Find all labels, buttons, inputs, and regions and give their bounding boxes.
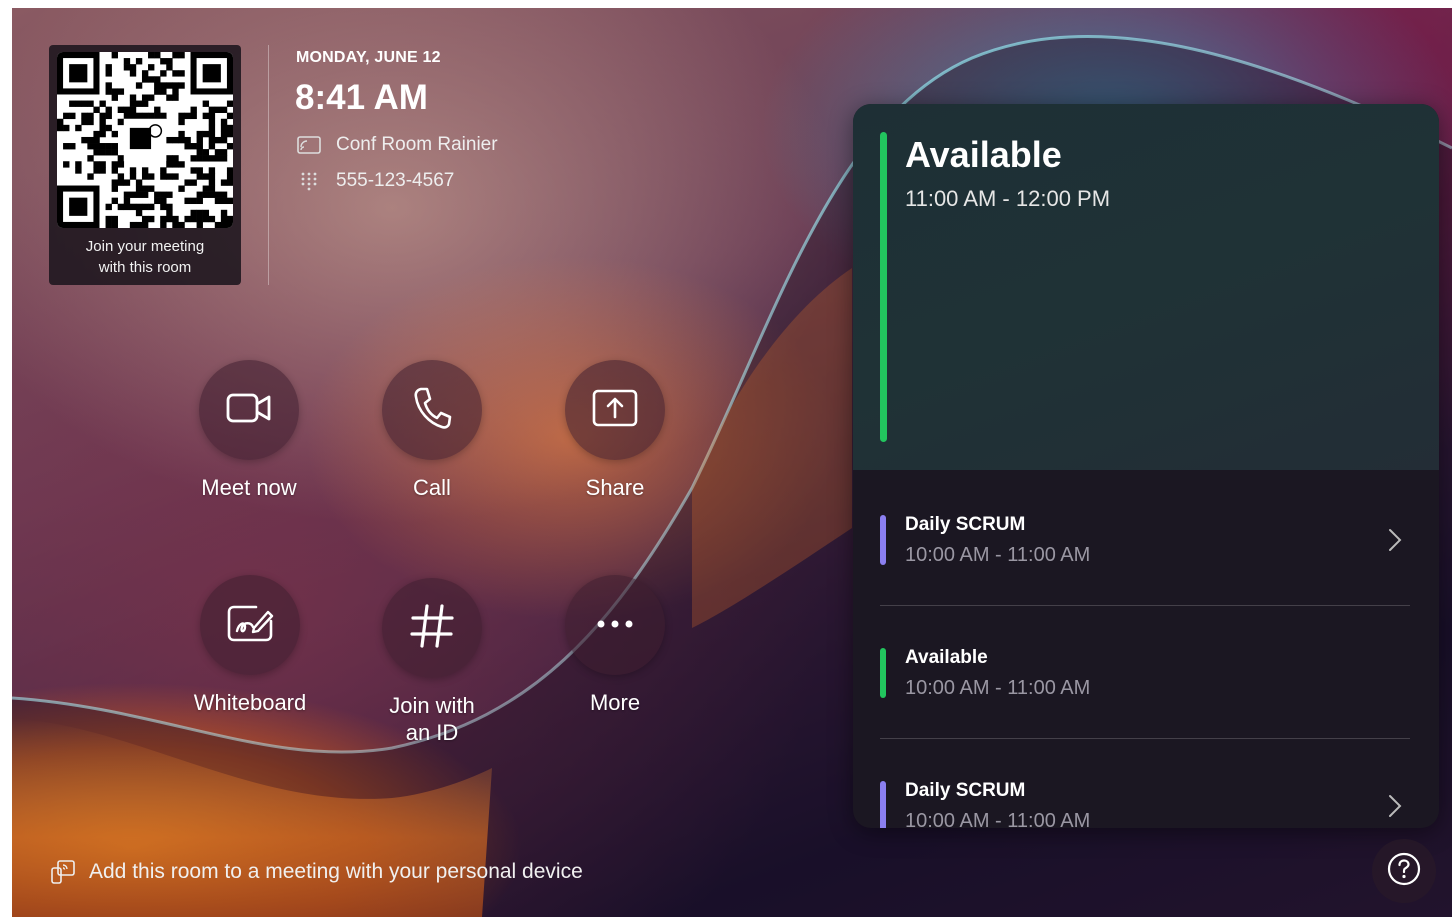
qr-code bbox=[57, 52, 233, 228]
meeting-title: Available bbox=[905, 647, 988, 668]
share-label: Share bbox=[585, 475, 645, 500]
meet-now-label: Meet now bbox=[201, 475, 297, 500]
call-label: Call bbox=[413, 475, 451, 500]
qr-caption-line1: Join your meeting bbox=[85, 238, 205, 255]
call-circle[interactable] bbox=[382, 360, 482, 460]
personal-device-hint-text: Add this room to a meeting with your per… bbox=[89, 860, 583, 883]
meeting-range: 10:00 AM - 11:00 AM bbox=[905, 677, 1091, 699]
more-dots-icon bbox=[595, 616, 635, 634]
call-button[interactable]: Call bbox=[352, 360, 512, 501]
whiteboard-label: Whiteboard bbox=[193, 690, 307, 715]
phone-icon bbox=[412, 386, 452, 435]
more-label: More bbox=[589, 690, 641, 715]
available-indicator bbox=[880, 132, 887, 442]
room-display-screen: Join your meeting with this room MONDAY,… bbox=[12, 8, 1452, 917]
share-screen-icon bbox=[591, 388, 639, 433]
help-button[interactable] bbox=[1372, 839, 1436, 903]
share-button[interactable]: Share bbox=[535, 360, 695, 501]
more-circle[interactable] bbox=[565, 575, 665, 675]
meeting-item: Available 10:00 AM - 11:00 AM bbox=[880, 607, 1410, 739]
whiteboard-icon bbox=[226, 603, 274, 648]
current-time: 8:41 AM bbox=[295, 78, 428, 117]
meeting-range: 10:00 AM - 11:00 AM bbox=[905, 544, 1091, 566]
whiteboard-button[interactable]: Whiteboard bbox=[170, 575, 330, 716]
chevron-right-icon[interactable] bbox=[1388, 794, 1402, 823]
header-divider bbox=[268, 45, 269, 285]
join-with-id-label: Join with an ID bbox=[352, 692, 512, 746]
help-icon bbox=[1387, 852, 1421, 891]
meeting-item[interactable]: Daily SCRUM 10:00 AM - 11:00 AM bbox=[880, 474, 1410, 606]
dialpad-icon bbox=[296, 171, 322, 191]
join-with-id-circle[interactable] bbox=[382, 578, 482, 678]
hash-icon bbox=[408, 602, 456, 655]
current-status-card: Available 11:00 AM - 12:00 PM bbox=[853, 104, 1439, 470]
join-with-id-button[interactable]: Join with an ID bbox=[352, 578, 512, 746]
meeting-color-bar bbox=[880, 515, 886, 565]
meeting-item[interactable]: Daily SCRUM 10:00 AM - 11:00 AM bbox=[880, 740, 1410, 828]
share-circle[interactable] bbox=[565, 360, 665, 460]
qr-caption: Join your meeting with this room bbox=[49, 236, 241, 278]
current-status: Available bbox=[905, 134, 1062, 175]
qr-caption-line2: with this room bbox=[98, 259, 192, 276]
room-name-row: Conf Room Rainier bbox=[296, 134, 498, 156]
meeting-color-bar bbox=[880, 781, 886, 828]
calendar-panel: Available 11:00 AM - 12:00 PM Daily SCRU… bbox=[853, 104, 1439, 828]
personal-device-hint[interactable]: Add this room to a meeting with your per… bbox=[50, 859, 583, 885]
room-name: Conf Room Rainier bbox=[336, 134, 498, 155]
qr-code-image bbox=[57, 52, 233, 228]
join-with-id-label-line2: an ID bbox=[405, 720, 459, 745]
cast-screen-icon bbox=[296, 135, 322, 155]
meeting-divider bbox=[880, 738, 1410, 739]
room-phone: 555-123-4567 bbox=[336, 170, 455, 191]
whiteboard-circle[interactable] bbox=[200, 575, 300, 675]
more-button[interactable]: More bbox=[535, 575, 695, 716]
qr-join-card: Join your meeting with this room bbox=[49, 45, 241, 285]
video-camera-icon bbox=[225, 390, 273, 431]
chevron-right-icon[interactable] bbox=[1388, 528, 1402, 557]
room-phone-row: 555-123-4567 bbox=[296, 170, 454, 192]
join-with-id-label-line1: Join with bbox=[389, 693, 475, 718]
meeting-title: Daily SCRUM bbox=[905, 780, 1026, 801]
meeting-title: Daily SCRUM bbox=[905, 514, 1026, 535]
meeting-divider bbox=[880, 605, 1410, 606]
meeting-range: 10:00 AM - 11:00 AM bbox=[905, 810, 1091, 828]
cast-device-icon bbox=[50, 859, 76, 885]
meet-now-button[interactable]: Meet now bbox=[169, 360, 329, 501]
current-status-range: 11:00 AM - 12:00 PM bbox=[905, 186, 1111, 211]
current-date: MONDAY, JUNE 12 bbox=[296, 49, 441, 66]
meeting-color-bar bbox=[880, 648, 886, 698]
meet-now-circle[interactable] bbox=[199, 360, 299, 460]
